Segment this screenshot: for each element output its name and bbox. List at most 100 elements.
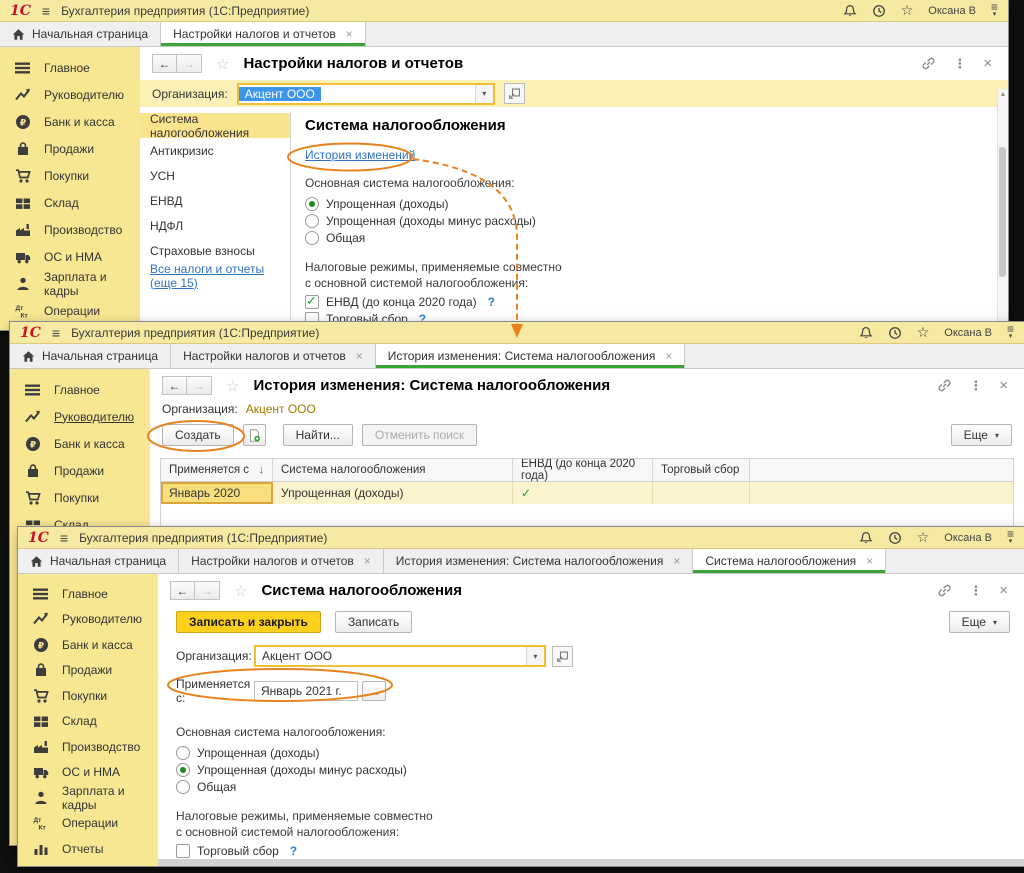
- link-icon[interactable]: [921, 56, 936, 71]
- vertical-scrollbar[interactable]: ▲: [997, 89, 1008, 330]
- close-icon[interactable]: ×: [866, 554, 873, 568]
- sidebar-item-operations[interactable]: Операции: [0, 297, 140, 324]
- nav-item-ndfl[interactable]: НДФЛ: [140, 213, 290, 238]
- open-organization-button[interactable]: [552, 646, 573, 667]
- organization-input[interactable]: Акцент ООО ▾: [254, 645, 546, 667]
- back-icon[interactable]: ←: [162, 376, 187, 395]
- tab-change-history[interactable]: История изменения: Система налогообложен…: [384, 549, 694, 573]
- radio-general[interactable]: Общая: [176, 778, 1024, 795]
- history-changes-link[interactable]: История изменений: [305, 148, 415, 162]
- hamburger-icon[interactable]: ≡: [52, 325, 60, 341]
- scrollbar-thumb[interactable]: [999, 147, 1006, 277]
- cell-trade-fee[interactable]: [653, 482, 750, 504]
- cell-applies-from[interactable]: Январь 2020: [161, 482, 273, 504]
- history-icon[interactable]: [872, 4, 886, 18]
- more-dots-icon[interactable]: ⋮: [969, 378, 982, 394]
- create-button[interactable]: Создать: [162, 424, 234, 446]
- column-tax-system[interactable]: Система налогообложения: [273, 459, 513, 481]
- favorite-star-icon[interactable]: ☆: [234, 582, 247, 600]
- sidebar-item-reports[interactable]: Отчеты: [18, 836, 158, 862]
- close-icon[interactable]: ×: [983, 55, 992, 72]
- sidebar-item-payroll[interactable]: Зарплата и кадры: [18, 785, 158, 811]
- favorite-star-icon[interactable]: ☆: [226, 377, 239, 395]
- sidebar-item-sales[interactable]: Продажи: [0, 135, 140, 162]
- save-button[interactable]: Записать: [335, 611, 412, 633]
- dropdown-icon[interactable]: ▾: [475, 85, 493, 103]
- favorite-star-icon[interactable]: ☆: [216, 55, 229, 73]
- close-icon[interactable]: ×: [673, 554, 680, 568]
- sidebar-item-sales[interactable]: Продажи: [10, 457, 150, 484]
- column-trade-fee[interactable]: Торговый сбор: [653, 459, 750, 481]
- radio-usn-income[interactable]: Упрощенная (доходы): [176, 744, 1024, 761]
- column-applies-from[interactable]: Применяется с↓: [161, 459, 273, 481]
- sidebar-item-purchases[interactable]: Покупки: [18, 683, 158, 709]
- user-name[interactable]: Оксана В: [944, 532, 992, 544]
- organization-input[interactable]: Акцент ООО ▾: [237, 83, 495, 105]
- find-button[interactable]: Найти...: [283, 424, 353, 446]
- nav-item-anticrisis[interactable]: Антикризис: [140, 138, 290, 163]
- more-dots-icon[interactable]: ⋮: [969, 583, 982, 599]
- radio-usn-income-expense[interactable]: Упрощенная (доходы минус расходы): [176, 761, 1024, 778]
- sidebar-item-fixed-assets[interactable]: ОС и НМА: [18, 760, 158, 786]
- help-icon[interactable]: ?: [488, 295, 495, 309]
- link-icon[interactable]: [937, 583, 952, 598]
- nav-item-tax-system[interactable]: Система налогообложения: [140, 113, 290, 138]
- radio-general[interactable]: Общая: [305, 229, 1008, 246]
- bell-icon[interactable]: [859, 531, 873, 545]
- cell-envd-check[interactable]: ✓: [513, 482, 653, 504]
- hamburger-icon[interactable]: ≡: [60, 530, 68, 546]
- close-icon[interactable]: ×: [999, 377, 1008, 394]
- sidebar-item-partial[interactable]: [18, 862, 158, 867]
- link-icon[interactable]: [937, 378, 952, 393]
- user-name[interactable]: Оксана В: [944, 327, 992, 339]
- favorites-star-icon[interactable]: ☆: [901, 2, 914, 19]
- nav-item-envd[interactable]: ЕНВД: [140, 188, 290, 213]
- history-icon[interactable]: [888, 326, 902, 340]
- sidebar-item-warehouse[interactable]: Склад: [0, 189, 140, 216]
- main-menu-icon[interactable]: ≡▾: [991, 4, 998, 18]
- favorites-star-icon[interactable]: ☆: [917, 529, 930, 546]
- create-by-copy-button[interactable]: [243, 424, 266, 446]
- sidebar-item-payroll[interactable]: Зарплата и кадры: [0, 270, 140, 297]
- tab-tax-settings[interactable]: Настройки налогов и отчетов ×: [171, 344, 376, 368]
- sidebar-item-bank-cash[interactable]: Банк и касса: [0, 108, 140, 135]
- sidebar-item-operations[interactable]: Операции: [18, 811, 158, 837]
- sidebar-item-main[interactable]: Главное: [10, 376, 150, 403]
- sidebar-item-manager[interactable]: Руководителю: [10, 403, 150, 430]
- main-menu-icon[interactable]: ≡▾: [1007, 326, 1014, 340]
- close-icon[interactable]: ×: [346, 27, 353, 41]
- close-icon[interactable]: ×: [999, 582, 1008, 599]
- help-icon[interactable]: ?: [290, 844, 297, 858]
- choose-period-button[interactable]: ...: [362, 681, 386, 701]
- sidebar-item-manager[interactable]: Руководителю: [18, 607, 158, 633]
- user-name[interactable]: Оксана В: [928, 5, 976, 17]
- tab-home[interactable]: Начальная страница: [0, 22, 161, 46]
- scroll-up-icon[interactable]: ▲: [998, 89, 1008, 98]
- back-icon[interactable]: ←: [152, 54, 177, 73]
- nav-item-usn[interactable]: УСН: [140, 163, 290, 188]
- tab-change-history[interactable]: История изменения: Система налогообложен…: [376, 344, 686, 368]
- sidebar-item-production[interactable]: Производство: [0, 216, 140, 243]
- close-icon[interactable]: ×: [356, 349, 363, 363]
- all-taxes-link[interactable]: Все налоги и отчеты (еще 15): [150, 262, 280, 290]
- forward-icon[interactable]: →: [187, 376, 212, 395]
- sidebar-item-bank-cash[interactable]: Банк и касса: [18, 632, 158, 658]
- bell-icon[interactable]: [859, 326, 873, 340]
- bell-icon[interactable]: [843, 4, 857, 18]
- radio-usn-income[interactable]: Упрощенная (доходы): [305, 195, 1008, 212]
- sidebar-item-sales[interactable]: Продажи: [18, 658, 158, 684]
- tab-tax-settings[interactable]: Настройки налогов и отчетов ×: [161, 22, 366, 46]
- checkbox-envd[interactable]: ЕНВД (до конца 2020 года)?: [305, 293, 1008, 310]
- forward-icon[interactable]: →: [177, 54, 202, 73]
- forward-icon[interactable]: →: [195, 581, 220, 600]
- sidebar-item-warehouse[interactable]: Склад: [18, 709, 158, 735]
- checkbox-trade-fee[interactable]: Торговый сбор?: [176, 842, 1024, 859]
- sidebar-item-main[interactable]: Главное: [18, 581, 158, 607]
- save-and-close-button[interactable]: Записать и закрыть: [176, 611, 321, 633]
- more-button[interactable]: Еще▾: [951, 424, 1012, 446]
- open-organization-button[interactable]: [504, 83, 525, 104]
- sidebar-item-production[interactable]: Производство: [18, 734, 158, 760]
- more-dots-icon[interactable]: ⋮: [953, 56, 966, 72]
- sidebar-item-purchases[interactable]: Покупки: [0, 162, 140, 189]
- sidebar-item-purchases[interactable]: Покупки: [10, 484, 150, 511]
